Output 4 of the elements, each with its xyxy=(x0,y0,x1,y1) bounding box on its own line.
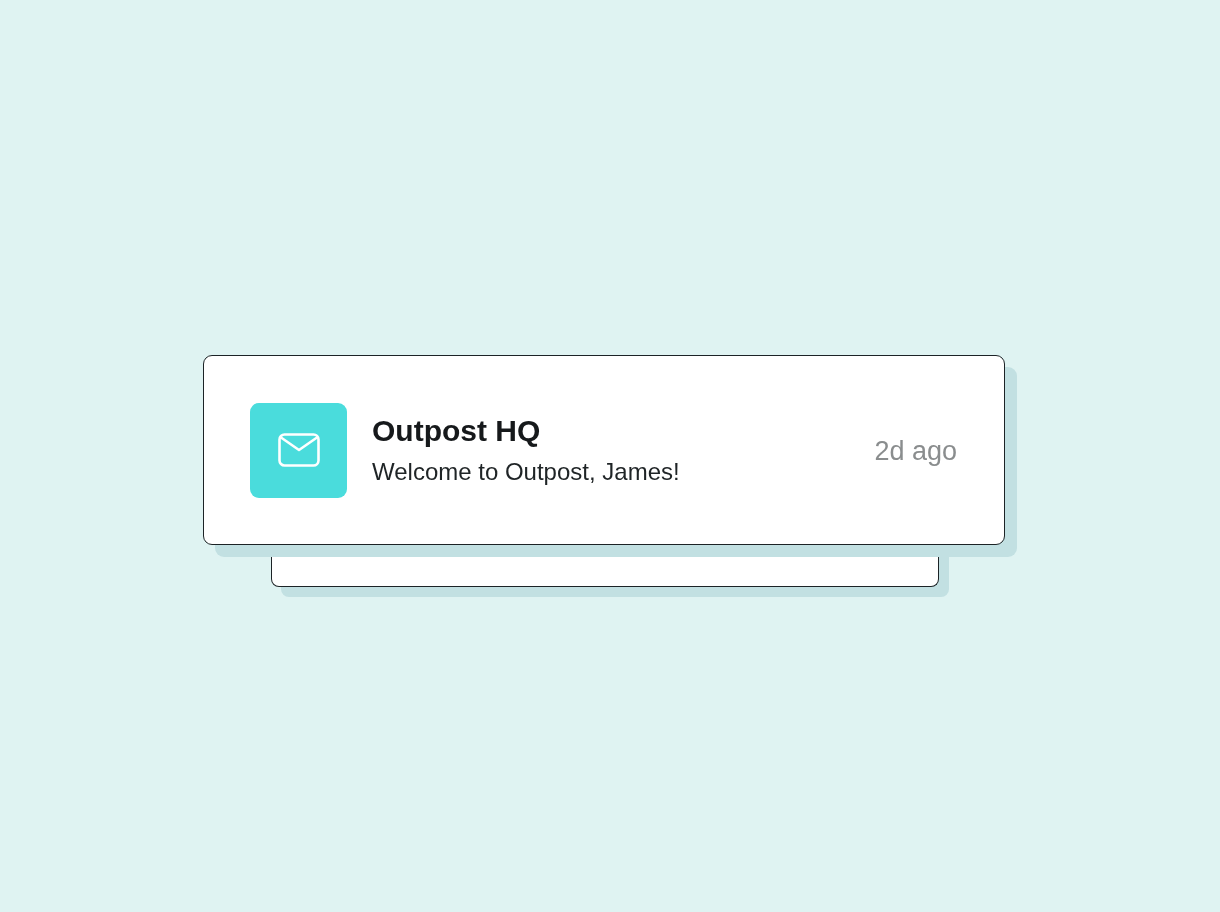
notification-message: Welcome to Outpost, James! xyxy=(372,457,681,487)
notification-time: 2d ago xyxy=(874,435,957,467)
envelope-icon xyxy=(250,402,347,498)
sender-name: Outpost HQ xyxy=(372,413,542,449)
